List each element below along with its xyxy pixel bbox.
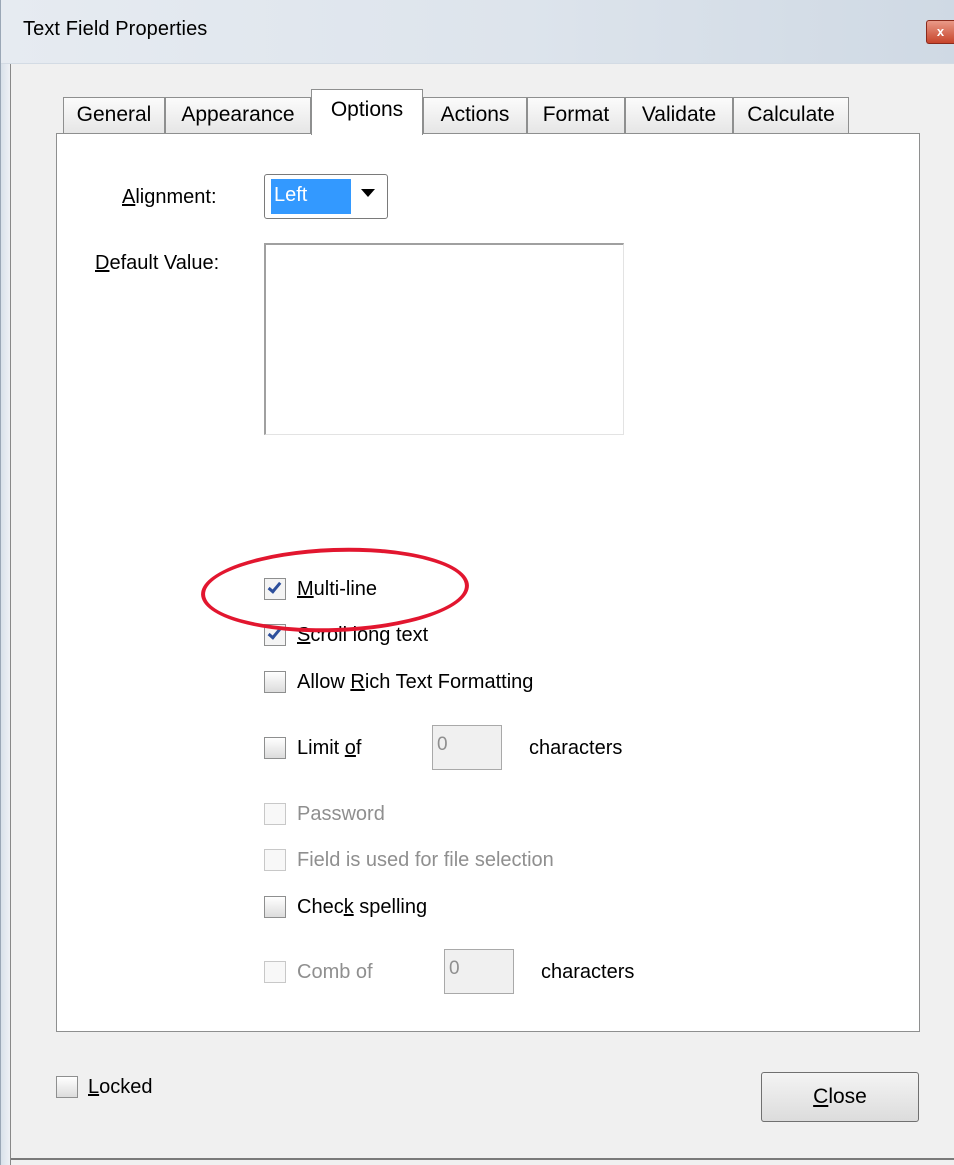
comb-of-characters-label: characters — [541, 961, 635, 983]
tab-actions[interactable]: Actions — [423, 97, 527, 133]
check-spelling-label: Check spelling — [297, 896, 428, 918]
alignment-select[interactable]: Left — [264, 174, 388, 219]
tab-validate[interactable]: Validate — [625, 97, 733, 133]
tab-calculate[interactable]: Calculate — [733, 97, 849, 133]
limit-of-input[interactable]: 0 — [432, 725, 502, 770]
default-value-label: Default Value: — [95, 252, 220, 274]
tab-format[interactable]: Format — [527, 97, 625, 133]
allow-rich-text-checkbox[interactable] — [264, 671, 286, 693]
window-title: Text Field Properties — [23, 18, 208, 40]
window-frame-bottom — [11, 1158, 954, 1160]
text-field-properties-dialog: Text Field Properties x General Appearan… — [0, 0, 954, 1165]
comb-of-input[interactable]: 0 — [444, 949, 514, 994]
locked-label: Locked — [88, 1076, 153, 1098]
allow-rich-text-label: Allow Rich Text Formatting — [297, 671, 534, 693]
limit-of-checkbox[interactable] — [264, 737, 286, 759]
alignment-label: Alignment: — [122, 186, 217, 208]
limit-of-characters-label: characters — [529, 737, 623, 759]
title-bar[interactable]: Text Field Properties x — [1, 0, 954, 64]
password-checkbox[interactable] — [264, 803, 286, 825]
file-selection-label: Field is used for file selection — [297, 849, 554, 871]
file-selection-checkbox[interactable] — [264, 849, 286, 871]
tab-appearance[interactable]: Appearance — [165, 97, 311, 133]
comb-of-checkbox[interactable] — [264, 961, 286, 983]
comb-of-label: Comb of — [297, 961, 373, 983]
window-close-icon[interactable]: x — [926, 20, 954, 44]
chevron-down-icon[interactable] — [361, 189, 375, 197]
locked-checkbox[interactable] — [56, 1076, 78, 1098]
limit-of-label: Limit of — [297, 737, 362, 759]
close-button[interactable]: Close — [761, 1072, 919, 1122]
check-spelling-checkbox[interactable] — [264, 896, 286, 918]
window-frame-left — [1, 64, 11, 1165]
tab-general[interactable]: General — [63, 97, 165, 133]
password-label: Password — [297, 803, 385, 825]
tab-options[interactable]: Options — [311, 89, 423, 135]
alignment-selected-value: Left — [271, 179, 351, 214]
default-value-textarea[interactable] — [264, 243, 624, 435]
